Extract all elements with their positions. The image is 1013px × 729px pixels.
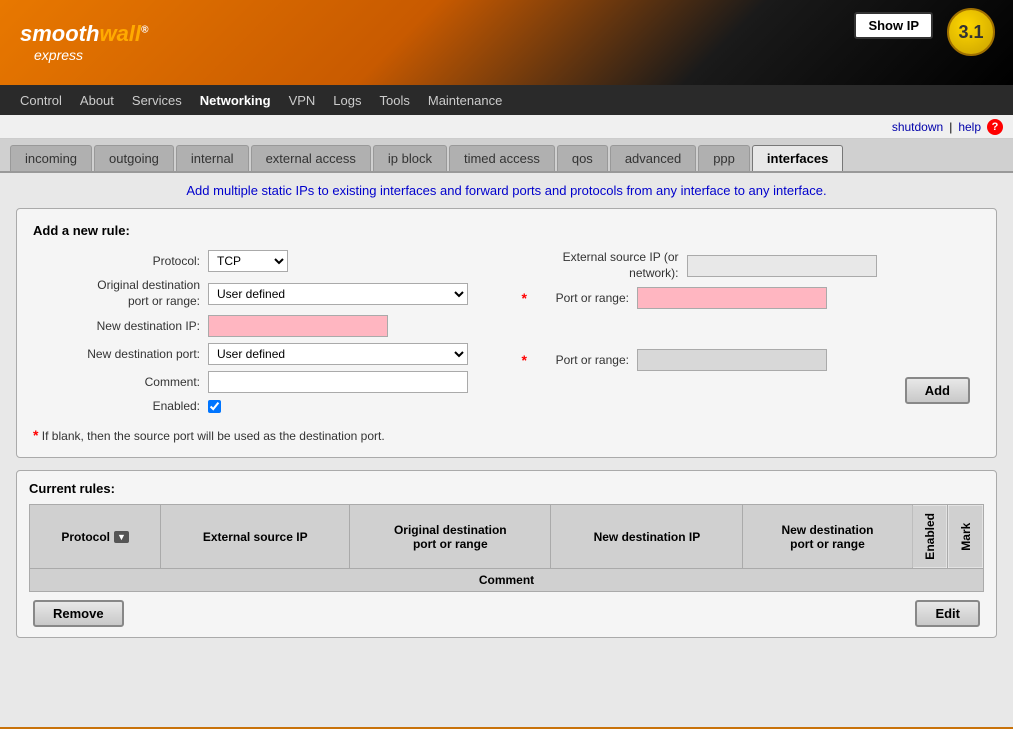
- rules-box: Current rules: Protocol ▼ External sourc…: [16, 470, 997, 638]
- show-ip-button[interactable]: Show IP: [854, 12, 933, 39]
- form-right-col: External source IP (ornetwork): * Port o…: [522, 250, 981, 419]
- tab-bar: incoming outgoing internal external acce…: [0, 139, 1013, 173]
- tab-internal[interactable]: internal: [176, 145, 249, 171]
- protocol-label: Protocol:: [33, 254, 208, 268]
- col-enabled: Enabled: [912, 505, 948, 569]
- col-new-dest-port: New destinationport or range: [743, 505, 912, 569]
- tab-timed-access[interactable]: timed access: [449, 145, 555, 171]
- protocol-col-label: Protocol: [61, 530, 110, 544]
- new-dest-port-row: New destination port: User defined: [33, 343, 492, 365]
- col-protocol: Protocol ▼: [30, 505, 161, 569]
- enabled-label: Enabled:: [33, 399, 208, 413]
- tab-outgoing[interactable]: outgoing: [94, 145, 174, 171]
- ext-source-ip-label: External source IP (ornetwork):: [522, 250, 687, 281]
- sort-icon[interactable]: ▼: [114, 531, 129, 543]
- comment-input[interactable]: [208, 371, 468, 393]
- tab-ip-block[interactable]: ip block: [373, 145, 447, 171]
- port-range2-input[interactable]: [637, 349, 827, 371]
- new-dest-ip-row: New destination IP:: [33, 315, 492, 337]
- main-content: Add multiple static IPs to existing inte…: [0, 173, 1013, 727]
- help-link[interactable]: help: [958, 120, 981, 134]
- port-range2-label: Port or range:: [527, 353, 637, 367]
- new-dest-ip-label: New destination IP:: [33, 319, 208, 333]
- tab-external-access[interactable]: external access: [251, 145, 371, 171]
- new-dest-port-label: New destination port:: [33, 347, 208, 361]
- nav-item-services[interactable]: Services: [132, 93, 182, 108]
- col-new-dest-ip: New destination IP: [551, 505, 743, 569]
- util-bar: shutdown | help ?: [0, 115, 1013, 139]
- protocol-row: Protocol: TCP UDP Both: [33, 250, 492, 272]
- col-orig-dest: Original destinationport or range: [350, 505, 551, 569]
- port-range1-label: Port or range:: [527, 291, 637, 305]
- orig-dest-row: Original destinationport or range: User …: [33, 278, 492, 309]
- port-range1-input[interactable]: [637, 287, 827, 309]
- header: smoothwall® express Show IP 3.1: [0, 0, 1013, 85]
- nav-item-control[interactable]: Control: [20, 93, 62, 108]
- nav-item-about[interactable]: About: [80, 93, 114, 108]
- port-range1-row: * Port or range:: [522, 287, 981, 309]
- port-range2-row: * Port or range:: [522, 349, 981, 371]
- ext-source-ip-row: External source IP (ornetwork):: [522, 250, 981, 281]
- form-left-col: Protocol: TCP UDP Both Original destinat…: [33, 250, 492, 419]
- tab-interfaces[interactable]: interfaces: [752, 145, 843, 171]
- footnote: * If blank, then the source port will be…: [33, 427, 980, 443]
- nav-item-tools[interactable]: Tools: [380, 93, 410, 108]
- logo: smoothwall® express: [0, 11, 168, 74]
- orig-dest-select[interactable]: User defined: [208, 283, 468, 305]
- edit-button[interactable]: Edit: [915, 600, 980, 627]
- rules-title: Current rules:: [29, 481, 984, 496]
- add-btn-area: Add: [522, 377, 981, 404]
- add-rule-form: Add a new rule: Protocol: TCP UDP Both O…: [16, 208, 997, 458]
- tab-qos[interactable]: qos: [557, 145, 608, 171]
- bottom-buttons: Remove Edit: [29, 600, 984, 627]
- new-dest-ip-input[interactable]: [208, 315, 388, 337]
- add-button[interactable]: Add: [905, 377, 970, 404]
- enabled-checkbox[interactable]: [208, 400, 221, 413]
- nav-item-vpn[interactable]: VPN: [289, 93, 316, 108]
- nav-item-networking[interactable]: Networking: [200, 93, 271, 108]
- form-title: Add a new rule:: [33, 223, 980, 238]
- tab-incoming[interactable]: incoming: [10, 145, 92, 171]
- enabled-row: Enabled:: [33, 399, 492, 413]
- help-icon[interactable]: ?: [987, 119, 1003, 135]
- util-separator: |: [949, 120, 952, 134]
- col-ext-source: External source IP: [161, 505, 350, 569]
- ext-source-ip-input[interactable]: [687, 255, 877, 277]
- logo-express: express: [34, 47, 148, 64]
- new-dest-port-select[interactable]: User defined: [208, 343, 468, 365]
- remove-button[interactable]: Remove: [33, 600, 124, 627]
- tab-ppp[interactable]: ppp: [698, 145, 750, 171]
- description-text: Add multiple static IPs to existing inte…: [16, 183, 997, 198]
- orig-dest-label: Original destinationport or range:: [33, 278, 208, 309]
- logo-smoothwall: smoothwall®: [20, 21, 148, 47]
- comment-header: Comment: [30, 568, 984, 591]
- footnote-star: *: [33, 427, 38, 443]
- protocol-select[interactable]: TCP UDP Both: [208, 250, 288, 272]
- footnote-text: If blank, then the source port will be u…: [42, 429, 385, 443]
- col-mark: Mark: [948, 505, 984, 569]
- nav-item-logs[interactable]: Logs: [333, 93, 361, 108]
- nav-bar: Control About Services Networking VPN Lo…: [0, 85, 1013, 115]
- shutdown-link[interactable]: shutdown: [892, 120, 943, 134]
- spacer-row: [522, 315, 981, 343]
- version-badge: 3.1: [947, 8, 995, 56]
- nav-item-maintenance[interactable]: Maintenance: [428, 93, 502, 108]
- comment-label: Comment:: [33, 375, 208, 389]
- tab-advanced[interactable]: advanced: [610, 145, 696, 171]
- comment-row: Comment:: [33, 371, 492, 393]
- rules-table: Protocol ▼ External source IP Original d…: [29, 504, 984, 592]
